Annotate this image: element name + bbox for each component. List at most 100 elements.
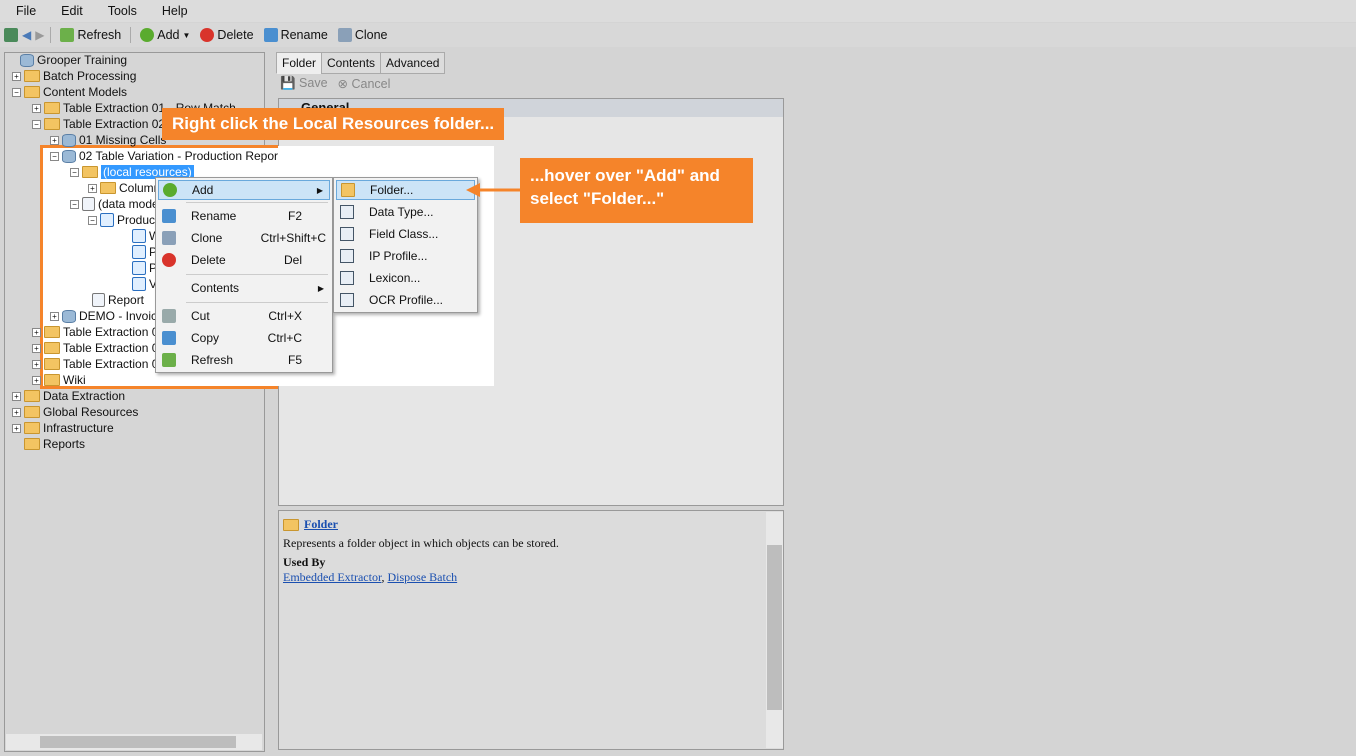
tree-node[interactable]: + DEMO - Invoice [50,308,164,324]
tab-contents[interactable]: Contents [321,52,382,74]
tab-folder[interactable]: Folder [276,52,323,74]
cut-icon [162,309,176,323]
field-class-icon [340,227,354,241]
horizontal-scrollbar[interactable] [6,734,262,750]
expand-icon[interactable]: + [50,311,59,321]
context-menu-item-clone[interactable]: Clone Ctrl+Shift+C [158,228,330,248]
folder-icon [24,438,40,450]
tree-node[interactable]: + Table Extraction 05 [32,356,165,372]
tree-node[interactable]: Report [80,292,144,308]
tree-node[interactable]: + Infrastructure [12,420,114,436]
help-panel: Folder Represents a folder object in whi… [278,510,784,750]
collapse-icon[interactable]: − [70,199,79,209]
tree-node-label: Table Extraction 03 [63,325,166,339]
column-icon [132,245,146,259]
collapse-icon[interactable]: − [70,167,79,177]
link-embedded-extractor[interactable]: Embedded Extractor [283,570,381,584]
submenu-item-data-type[interactable]: Data Type... [336,202,475,222]
data-type-icon [340,205,354,219]
expand-icon[interactable]: + [88,183,97,193]
context-menu-item-cut[interactable]: Cut Ctrl+X [158,306,330,326]
tree-node[interactable]: + Wiki [32,372,86,388]
tree-node[interactable]: + Table Extraction 04 [32,340,165,356]
refresh-icon [60,28,75,42]
toolbar: ◀ ▶ Refresh Add ▼ Delete Rename Clone [0,23,1356,47]
expand-icon[interactable]: + [32,343,41,353]
folder-icon [44,326,60,338]
context-menu-item-add[interactable]: Add ▶ [158,180,330,200]
back-icon[interactable]: ◀ [22,28,31,42]
cancel-button[interactable]: ⊗ Cancel [338,76,391,91]
clone-icon [337,28,352,42]
add-button[interactable]: Add ▼ [137,28,193,42]
context-menu-item-copy[interactable]: Copy Ctrl+C [158,328,330,348]
menu-bar: File Edit Tools Help [0,0,1356,22]
collapse-icon[interactable]: − [88,215,97,225]
tree-node[interactable]: Reports [12,436,85,452]
folder-icon [283,518,299,531]
tab-strip: Folder Contents Advanced [276,52,446,74]
clone-button[interactable]: Clone [335,28,391,42]
tree-node[interactable]: − Content Models [12,84,127,100]
expand-icon[interactable]: + [12,391,21,401]
lexicon-icon [340,271,354,285]
forward-icon[interactable]: ▶ [35,28,44,42]
help-title-link[interactable]: Folder [304,517,338,532]
tree-node[interactable]: + Global Resources [12,404,138,420]
ocr-profile-icon [340,293,354,307]
expand-icon[interactable]: + [50,135,59,145]
submenu-item-ocr-profile[interactable]: OCR Profile... [336,290,475,310]
submenu-item-ip-profile[interactable]: IP Profile... [336,246,475,266]
report-icon [92,293,105,307]
clone-icon [162,231,176,245]
folder-icon [24,406,40,418]
context-menu-item-refresh[interactable]: Refresh F5 [158,350,330,370]
collapse-icon[interactable]: − [50,151,59,161]
menu-help[interactable]: Help [146,0,197,22]
delete-icon [162,253,176,267]
tree-node-label: Wiki [63,373,86,387]
scrollbar-thumb[interactable] [767,545,782,710]
context-menu-item-rename[interactable]: Rename F2 [158,206,330,226]
expand-icon[interactable]: + [32,327,41,337]
collapse-icon[interactable]: − [32,119,41,129]
tree-node[interactable]: − (data model) [70,196,165,212]
tree-node[interactable]: + Batch Processing [12,68,136,84]
context-menu-item-contents[interactable]: Contents ▶ [158,278,330,298]
rename-button[interactable]: Rename [261,28,331,42]
tab-advanced[interactable]: Advanced [380,52,446,74]
folder-icon [341,183,355,197]
tree-node[interactable]: + Table Extraction 03 [32,324,165,340]
tree-node-label: 01 Missing Cells [79,133,167,147]
tree-node[interactable]: +01 Missing Cells [50,132,166,148]
expand-icon[interactable]: + [32,359,41,369]
refresh-button[interactable]: Refresh [57,28,124,42]
expand-icon[interactable]: + [12,71,21,81]
tree-node-label: Table Extraction 04 [63,341,166,355]
expand-icon[interactable]: + [12,407,21,417]
submenu-item-field-class[interactable]: Field Class... [336,224,475,244]
context-menu-item-delete[interactable]: Delete Del [158,250,330,270]
expand-icon[interactable]: + [32,103,41,113]
expand-icon[interactable]: + [32,375,41,385]
column-icon [132,229,146,243]
menu-tools[interactable]: Tools [92,0,146,22]
menu-edit[interactable]: Edit [45,0,92,22]
expand-icon[interactable]: + [12,423,21,433]
menu-file[interactable]: File [0,0,45,22]
tree-node[interactable]: − 02 Table Variation - Production Report [50,148,281,164]
folder-icon [44,358,60,370]
delete-button[interactable]: Delete [197,28,256,42]
dropdown-arrow-icon: ▼ [182,30,191,40]
home-icon[interactable] [4,28,18,42]
add-submenu: Folder... Data Type... Field Class... IP Pr… [333,177,478,313]
collapse-icon[interactable]: − [12,87,21,97]
link-dispose-batch[interactable]: Dispose Batch [387,570,457,584]
tree-node[interactable]: Grooper Training [8,52,127,68]
save-button[interactable]: 💾 Save [280,76,328,91]
used-by-label: Used By [283,555,326,569]
submenu-item-lexicon[interactable]: Lexicon... [336,268,475,288]
submenu-item-folder[interactable]: Folder... [336,180,475,200]
tree-node-label: Infrastructure [43,421,114,435]
tree-node[interactable]: + Data Extraction [12,388,125,404]
